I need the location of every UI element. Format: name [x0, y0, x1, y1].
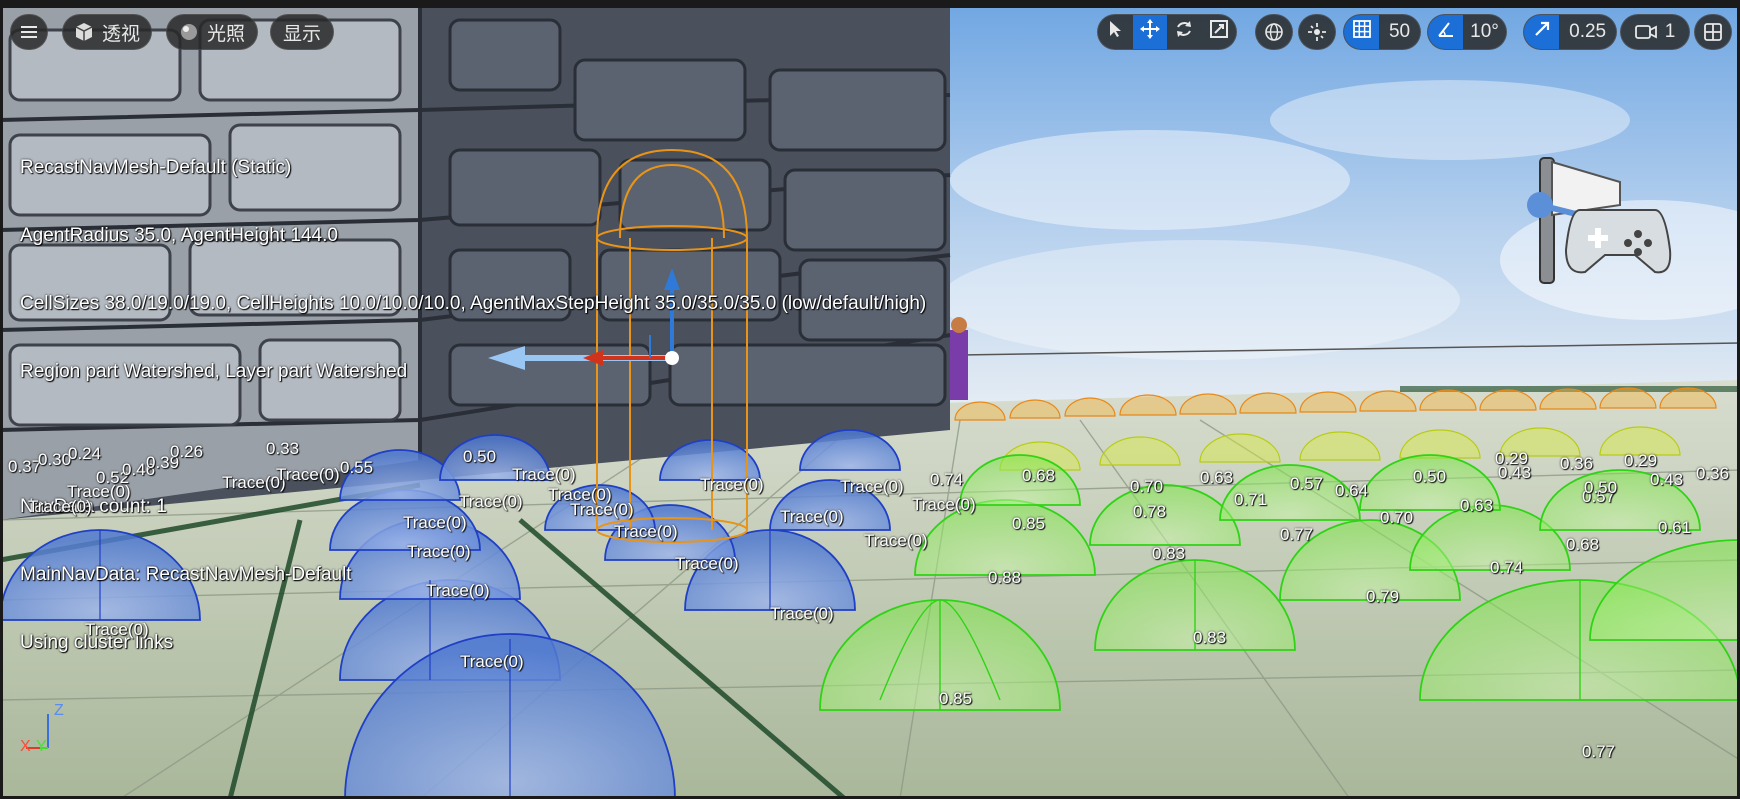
transform-mode-group — [1097, 14, 1237, 50]
scale-snap-value[interactable]: 0.25 — [1559, 15, 1616, 49]
axis-x-label: X — [20, 738, 31, 755]
axis-z-label: Z — [54, 702, 64, 719]
rotation-snap-group: 10° — [1427, 14, 1507, 50]
translate-mode-button[interactable] — [1132, 15, 1167, 49]
scale-snap-toggle[interactable] — [1524, 15, 1560, 49]
rotate-icon — [1174, 19, 1194, 45]
navmesh-info-line: CellSizes 38.0/19.0/19.0, CellHeights 10… — [20, 292, 927, 314]
surface-snap-icon — [1307, 22, 1327, 42]
camera-speed-button[interactable]: 1 — [1620, 14, 1690, 50]
scale-arrow-icon — [1533, 20, 1551, 44]
navmesh-info-line: MainNavData: RecastNavMesh-Default — [20, 563, 352, 585]
lighting-button[interactable]: 光照 — [166, 14, 258, 50]
navmesh-info-line — [20, 428, 926, 451]
rotation-snap-value[interactable]: 10° — [1463, 15, 1506, 49]
camera-icon — [1634, 24, 1657, 40]
navmesh-debug-info: RecastNavMesh-Default (Static) AgentRadi… — [20, 112, 926, 699]
level-viewport[interactable]: 透视 光照 显示 50 10° 0.25 1 RecastNavMesh-Def… — [0, 0, 1740, 799]
axis-indicator: Z X Y — [14, 700, 74, 760]
rotation-snap-toggle[interactable] — [1428, 15, 1464, 49]
grid-snap-value[interactable]: 50 — [1379, 15, 1420, 49]
navmesh-info-line: RecastNavMesh-Default (Static) — [20, 157, 292, 179]
axis-y-label: Y — [36, 738, 47, 755]
cube-icon — [74, 22, 94, 42]
lighting-label: 光照 — [206, 23, 245, 45]
grid-icon — [1352, 20, 1371, 44]
scale-snap-group: 0.25 — [1523, 14, 1617, 50]
layout-grid-icon — [1704, 23, 1722, 41]
scale-icon — [1209, 20, 1228, 44]
grid-snap-group: 50 — [1343, 14, 1421, 50]
grid-snap-toggle[interactable] — [1344, 15, 1380, 49]
scale-mode-button[interactable] — [1202, 15, 1237, 49]
globe-icon — [1264, 22, 1284, 42]
rotate-mode-button[interactable] — [1167, 15, 1202, 49]
show-label: 显示 — [282, 23, 321, 45]
cursor-arrow-icon — [1107, 20, 1123, 44]
viewport-menu-button[interactable] — [10, 14, 48, 50]
select-mode-button[interactable] — [1098, 15, 1133, 49]
viewport-layout-button[interactable] — [1694, 14, 1732, 50]
move-arrows-icon — [1139, 19, 1160, 45]
hamburger-menu-icon — [20, 25, 38, 39]
perspective-button[interactable]: 透视 — [62, 14, 152, 50]
navmesh-info-line: Region part Watershed, Layer part Waters… — [20, 360, 408, 382]
navmesh-info-line: NavData count: 1 — [20, 496, 167, 518]
show-button[interactable]: 显示 — [270, 14, 334, 50]
navmesh-info-line: AgentRadius 35.0, AgentHeight 144.0 — [20, 224, 338, 246]
camera-speed-value: 1 — [1664, 21, 1676, 42]
angle-icon — [1437, 20, 1455, 44]
sphere-icon — [179, 22, 199, 42]
surface-snap-toggle[interactable] — [1298, 14, 1336, 50]
world-space-toggle[interactable] — [1255, 14, 1293, 50]
perspective-label: 透视 — [101, 23, 140, 45]
navmesh-info-line: Using cluster links — [20, 631, 174, 653]
